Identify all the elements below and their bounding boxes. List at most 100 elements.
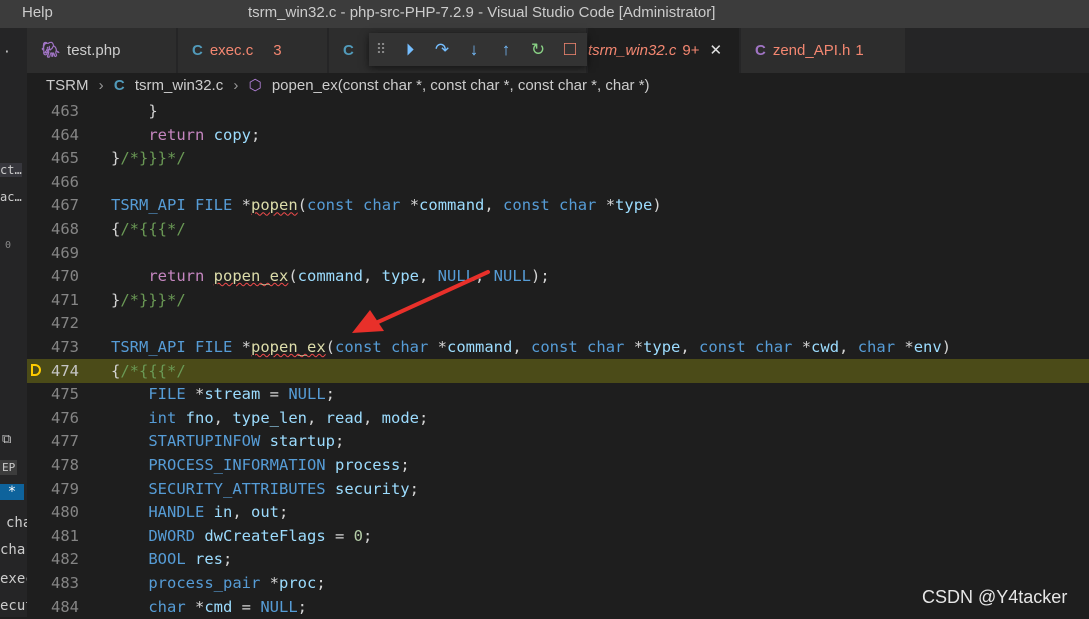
code-line[interactable]: 478 PROCESS_INFORMATION process; (27, 453, 1089, 477)
problem-count-badge: 3 (273, 42, 282, 59)
code-text[interactable]: }/*}}}*/ (111, 146, 186, 170)
code-text[interactable]: BOOL res; (111, 547, 232, 571)
line-number[interactable]: 477 (27, 429, 79, 453)
line-number[interactable]: 473 (27, 335, 79, 359)
code-line[interactable]: 482 BOOL res; (27, 547, 1089, 571)
code-text[interactable]: TSRM_API FILE *popen(const char *command… (111, 193, 662, 217)
tab-zend-api-h[interactable]: Czend_API.h 1 (741, 28, 906, 73)
restart-icon[interactable]: ↻ (523, 33, 553, 66)
code-text[interactable]: } (111, 99, 157, 123)
sidebar-fragment[interactable]: EP (0, 460, 18, 475)
tab-tsrm-win32-c[interactable]: tsrm_win32.c 9+ ✕ (588, 28, 740, 73)
sidebar-fragment: · (3, 45, 11, 60)
drag-handle-icon[interactable]: ⠿ (371, 33, 391, 66)
code-line[interactable]: 479 SECURITY_ATTRIBUTES security; (27, 477, 1089, 501)
code-text[interactable]: FILE *stream = NULL; (111, 382, 335, 406)
line-number[interactable]: 479 (27, 477, 79, 501)
code-text[interactable]: SECURITY_ATTRIBUTES security; (111, 477, 419, 501)
chevron-right-icon: › (98, 77, 104, 95)
sidebar-fragment[interactable]: * (0, 484, 24, 500)
tab-test-php[interactable]: 🐘︎ test.php (27, 28, 177, 73)
code-text[interactable]: return copy; (111, 123, 260, 147)
code-line[interactable]: 469 (27, 241, 1089, 265)
code-text[interactable]: {/*{{{*/ (111, 359, 186, 383)
c-file-icon: C (113, 77, 125, 95)
code-editor[interactable]: 463 } 464 return copy; 465}/*}}}*/466 467 TS… (27, 99, 1089, 617)
code-text[interactable]: int fno, type_len, read, mode; (111, 406, 428, 430)
copy-icon[interactable]: ⧉ (2, 432, 11, 447)
code-text[interactable]: STARTUPINFOW startup; (111, 429, 344, 453)
line-number[interactable]: 466 (27, 170, 79, 194)
line-number[interactable]: 472 (27, 311, 79, 335)
code-line[interactable]: 474 {/*{{{*/ (27, 358, 1089, 383)
line-number[interactable]: 476 (27, 406, 79, 430)
window-title: tsrm_win32.c - php-src-PHP-7.2.9 - Visua… (248, 4, 716, 21)
sidebar-fragment[interactable]: ct… (0, 163, 22, 177)
breadcrumb-symbol[interactable]: popen_ex(const char *, const char *, con… (272, 77, 650, 94)
c-file-icon: C (192, 42, 203, 59)
line-number[interactable]: 471 (27, 288, 79, 312)
h-file-icon: C (755, 42, 766, 59)
step-into-icon[interactable]: ↓ (459, 33, 489, 66)
code-line[interactable]: 476 int fno, type_len, read, mode; (27, 406, 1089, 430)
tab-label: zend_API.h (772, 42, 851, 59)
menu-help[interactable]: Help (22, 4, 53, 21)
line-number[interactable]: 470 (27, 264, 79, 288)
code-line[interactable]: 481 DWORD dwCreateFlags = 0; (27, 524, 1089, 548)
tab-label: test.php (67, 42, 121, 59)
code-line[interactable]: 480 HANDLE in, out; (27, 500, 1089, 524)
sidebar-fragment[interactable]: exec (0, 571, 27, 587)
line-number[interactable]: 484 (27, 595, 79, 619)
code-line[interactable]: 464 return copy; (27, 123, 1089, 147)
sidebar-fragment[interactable]: ac… (0, 190, 22, 204)
breadcrumb-file[interactable]: tsrm_win32.c (135, 77, 223, 94)
sidebar-fragment[interactable]: cha (6, 515, 27, 531)
code-line[interactable]: 463 } (27, 99, 1089, 123)
line-number[interactable]: 475 (27, 382, 79, 406)
stop-icon[interactable]: □ (555, 33, 585, 66)
code-text[interactable]: }/*}}}*/ (111, 288, 186, 312)
sidebar-fragment[interactable]: ecut (0, 598, 27, 614)
breadcrumb: TSRM › C tsrm_win32.c › ⬡ popen_ex(const… (27, 73, 1089, 99)
code-line[interactable]: 477 STARTUPINFOW startup; (27, 429, 1089, 453)
line-number[interactable]: 469 (27, 241, 79, 265)
code-text[interactable]: char *cmd = NULL; (111, 595, 307, 619)
code-text[interactable]: DWORD dwCreateFlags = 0; (111, 524, 372, 548)
tab-exec-c[interactable]: Cexec.c 3 (178, 28, 328, 73)
line-number[interactable]: 467 (27, 193, 79, 217)
code-line[interactable]: 467 TSRM_API FILE *popen(const char *comm… (27, 193, 1089, 217)
line-number[interactable]: 483 (27, 571, 79, 595)
close-icon[interactable]: ✕ (709, 42, 722, 59)
code-text[interactable]: TSRM_API FILE *popen_ex(const char *comm… (111, 335, 951, 359)
line-number[interactable]: 478 (27, 453, 79, 477)
code-line[interactable]: 468 {/*{{{*/ (27, 217, 1089, 241)
code-text[interactable]: {/*{{{*/ (111, 217, 186, 241)
code-line[interactable]: 470 return popen_ex(command, type, NULL,… (27, 264, 1089, 288)
line-number[interactable]: 465 (27, 146, 79, 170)
code-line[interactable]: 472 (27, 311, 1089, 335)
line-number[interactable]: 468 (27, 217, 79, 241)
code-line[interactable]: 465 }/*}}}*/ (27, 146, 1089, 170)
step-over-icon[interactable]: ↷ (427, 33, 457, 66)
code-text[interactable]: HANDLE in, out; (111, 500, 288, 524)
line-number[interactable]: 474 (27, 359, 79, 383)
code-line[interactable]: 471 }/*}}}*/ (27, 288, 1089, 312)
code-text[interactable]: return popen_ex(command, type, NULL, NUL… (111, 264, 549, 288)
code-text[interactable]: process_pair *proc; (111, 571, 325, 595)
sidebar-fragment[interactable]: char (0, 542, 27, 558)
tab-label: exec.c (209, 42, 254, 59)
line-number[interactable]: 482 (27, 547, 79, 571)
step-out-icon[interactable]: ↑ (491, 33, 521, 66)
line-number[interactable]: 463 (27, 99, 79, 123)
code-line[interactable]: 466 (27, 170, 1089, 194)
line-number[interactable]: 480 (27, 500, 79, 524)
code-text[interactable]: PROCESS_INFORMATION process; (111, 453, 409, 477)
code-line[interactable]: 475 FILE *stream = NULL; (27, 382, 1089, 406)
continue-icon[interactable]: ⏵ (395, 33, 425, 66)
symbol-method-icon: ⬡ (248, 77, 262, 95)
problem-count-badge: 1 (855, 42, 864, 59)
line-number[interactable]: 464 (27, 123, 79, 147)
code-line[interactable]: 473 TSRM_API FILE *popen_ex(const char *c… (27, 335, 1089, 359)
line-number[interactable]: 481 (27, 524, 79, 548)
breadcrumb-folder[interactable]: TSRM (46, 77, 89, 94)
